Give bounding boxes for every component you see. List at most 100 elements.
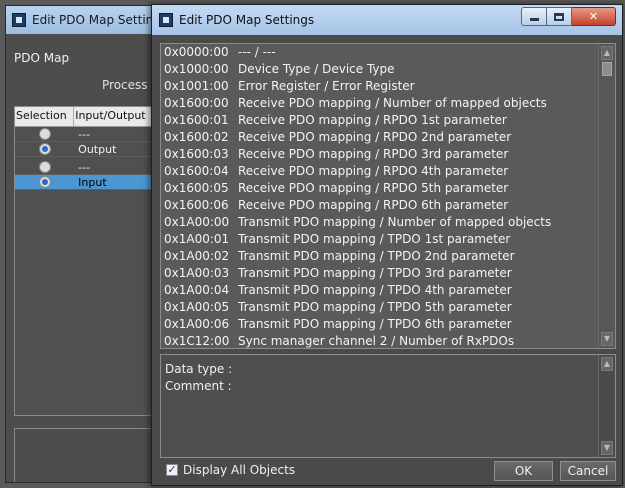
object-index: 0x0000:00: [164, 45, 229, 59]
object-name: Receive PDO mapping / RPDO 3rd parameter: [238, 147, 509, 161]
object-list-item[interactable]: 0x1001:00 Error Register / Error Register: [161, 78, 598, 95]
object-index: 0x1600:03: [164, 147, 229, 161]
object-name: Transmit PDO mapping / TPDO 2nd paramete…: [238, 249, 515, 263]
object-name: Receive PDO mapping / Number of mapped o…: [238, 96, 547, 110]
object-index: 0x1600:05: [164, 181, 229, 195]
object-index: 0x1000:00: [164, 62, 229, 76]
checkbox-checked-icon[interactable]: ✓: [166, 464, 178, 476]
object-name: Receive PDO mapping / RPDO 2nd parameter: [238, 130, 512, 144]
selection-radio[interactable]: [38, 128, 51, 140]
object-list-item[interactable]: 0x1600:01 Receive PDO mapping / RPDO 1st …: [161, 112, 598, 129]
object-list-item[interactable]: 0x1A00:02 Transmit PDO mapping / TPDO 2nd…: [161, 248, 598, 265]
dialog-title: Edit PDO Map Settings: [179, 13, 315, 27]
object-name: Transmit PDO mapping / TPDO 4th paramete…: [238, 283, 512, 297]
object-list[interactable]: 0x0000:00 --- / --- 0x1000:00 Device Type /…: [160, 43, 616, 349]
object-index: 0x1A00:01: [164, 232, 230, 246]
scroll-down-icon[interactable]: ▼: [601, 441, 613, 455]
column-header-input-output[interactable]: Input/Output: [74, 107, 161, 126]
minimize-icon: [529, 18, 539, 21]
pdo-map-table: Selection Input/Output --- Output --- In…: [14, 106, 162, 416]
comment-label: Comment :: [165, 379, 232, 393]
object-name: Receive PDO mapping / RPDO 1st parameter: [238, 113, 507, 127]
info-scrollbar[interactable]: ▲ ▼: [598, 355, 615, 457]
object-index: 0x1600:04: [164, 164, 229, 178]
cancel-button[interactable]: Cancel: [560, 461, 616, 481]
object-name: Transmit PDO mapping / Number of mapped …: [238, 215, 552, 229]
app-icon: [12, 13, 26, 27]
object-name: Device Type / Device Type: [238, 62, 395, 76]
object-list-item[interactable]: 0x1C12:00 Sync manager channel 2 / Number…: [161, 333, 598, 348]
object-index: 0x1C12:00: [164, 334, 230, 348]
io-cell: Output: [78, 142, 117, 156]
object-list-item[interactable]: 0x1A00:00 Transmit PDO mapping / Number o…: [161, 214, 598, 231]
object-index: 0x1A00:05: [164, 300, 230, 314]
object-list-item[interactable]: 0x1600:02 Receive PDO mapping / RPDO 2nd …: [161, 129, 598, 146]
background-dialog-title: Edit PDO Map Settings: [32, 13, 163, 27]
object-list-item[interactable]: 0x1600:04 Receive PDO mapping / RPDO 4th …: [161, 163, 598, 180]
selection-radio[interactable]: [38, 176, 51, 188]
object-index: 0x1600:00: [164, 96, 229, 110]
scroll-thumb[interactable]: [602, 62, 612, 76]
object-name: Receive PDO mapping / RPDO 6th parameter: [238, 198, 509, 212]
object-name: Error Register / Error Register: [238, 79, 415, 93]
object-list-item[interactable]: 0x1600:05 Receive PDO mapping / RPDO 5th …: [161, 180, 598, 197]
object-name: Sync manager channel 2 / Number of RxPDO…: [238, 334, 515, 348]
app-icon: [159, 13, 173, 27]
object-index: 0x1A00:02: [164, 249, 230, 263]
io-cell: Input: [78, 175, 107, 189]
pdo-map-table-header: Selection Input/Output: [15, 107, 161, 127]
display-all-objects-checkbox[interactable]: ✓ Display All Objects: [166, 463, 295, 477]
scroll-up-icon[interactable]: ▲: [601, 357, 613, 371]
object-list-item[interactable]: 0x1A00:06 Transmit PDO mapping / TPDO 6th…: [161, 316, 598, 333]
object-name: Transmit PDO mapping / TPDO 5th paramete…: [238, 300, 512, 314]
background-dialog-titlebar[interactable]: Edit PDO Map Settings: [6, 6, 162, 34]
close-icon: ✕: [588, 10, 599, 23]
scroll-down-icon[interactable]: ▼: [601, 332, 613, 346]
table-row[interactable]: Output: [15, 142, 161, 157]
object-list-item[interactable]: 0x1A00:05 Transmit PDO mapping / TPDO 5th…: [161, 299, 598, 316]
object-info-box: Data type : Comment : ▲ ▼: [160, 354, 616, 458]
maximize-button[interactable]: [547, 7, 572, 26]
object-name: Transmit PDO mapping / TPDO 6th paramete…: [238, 317, 512, 331]
object-list-item[interactable]: 0x1600:00 Receive PDO mapping / Number of…: [161, 95, 598, 112]
object-index: 0x1A00:03: [164, 266, 230, 280]
object-name: Transmit PDO mapping / TPDO 3rd paramete…: [238, 266, 512, 280]
object-name: Receive PDO mapping / RPDO 5th parameter: [238, 181, 509, 195]
object-index: 0x1A00:04: [164, 283, 230, 297]
background-detail-box: [14, 428, 162, 482]
table-row[interactable]: ---: [15, 127, 161, 142]
table-row[interactable]: Input: [15, 175, 161, 190]
background-dialog: Edit PDO Map Settings PDO Map Process D …: [5, 5, 163, 483]
object-list-item[interactable]: 0x1600:06 Receive PDO mapping / RPDO 6th …: [161, 197, 598, 214]
object-name: Transmit PDO mapping / TPDO 1st paramete…: [238, 232, 511, 246]
object-name: --- / ---: [238, 45, 276, 59]
object-index: 0x1600:02: [164, 130, 229, 144]
object-list-item[interactable]: 0x1A00:01 Transmit PDO mapping / TPDO 1st…: [161, 231, 598, 248]
table-row[interactable]: ---: [15, 160, 161, 175]
minimize-button[interactable]: [521, 7, 547, 26]
object-list-rows: 0x0000:00 --- / --- 0x1000:00 Device Type /…: [161, 44, 598, 348]
object-list-item[interactable]: 0x0000:00 --- / ---: [161, 44, 598, 61]
io-cell: ---: [78, 127, 91, 141]
window-controls: ✕: [521, 7, 616, 26]
object-name: Receive PDO mapping / RPDO 4th parameter: [238, 164, 509, 178]
object-list-item[interactable]: 0x1A00:04 Transmit PDO mapping / TPDO 4th…: [161, 282, 598, 299]
object-list-item[interactable]: 0x1000:00 Device Type / Device Type: [161, 61, 598, 78]
pdo-map-label: PDO Map: [14, 51, 70, 65]
maximize-icon: [554, 12, 564, 21]
close-button[interactable]: ✕: [572, 7, 616, 26]
object-list-item[interactable]: 0x1600:03 Receive PDO mapping / RPDO 3rd …: [161, 146, 598, 163]
ok-button[interactable]: OK: [494, 461, 553, 481]
scroll-up-icon[interactable]: ▲: [601, 46, 613, 60]
dialog-titlebar[interactable]: Edit PDO Map Settings ✕: [152, 5, 622, 35]
selection-radio[interactable]: [38, 161, 51, 173]
object-list-item[interactable]: 0x1A00:03 Transmit PDO mapping / TPDO 3rd…: [161, 265, 598, 282]
display-all-objects-label: Display All Objects: [183, 463, 296, 477]
object-index: 0x1600:01: [164, 113, 229, 127]
object-index: 0x1A00:00: [164, 215, 230, 229]
data-type-label: Data type :: [165, 362, 233, 376]
object-index: 0x1600:06: [164, 198, 229, 212]
object-list-scrollbar[interactable]: ▲ ▼: [598, 44, 615, 348]
selection-radio[interactable]: [38, 143, 51, 155]
column-header-selection[interactable]: Selection: [15, 107, 75, 126]
